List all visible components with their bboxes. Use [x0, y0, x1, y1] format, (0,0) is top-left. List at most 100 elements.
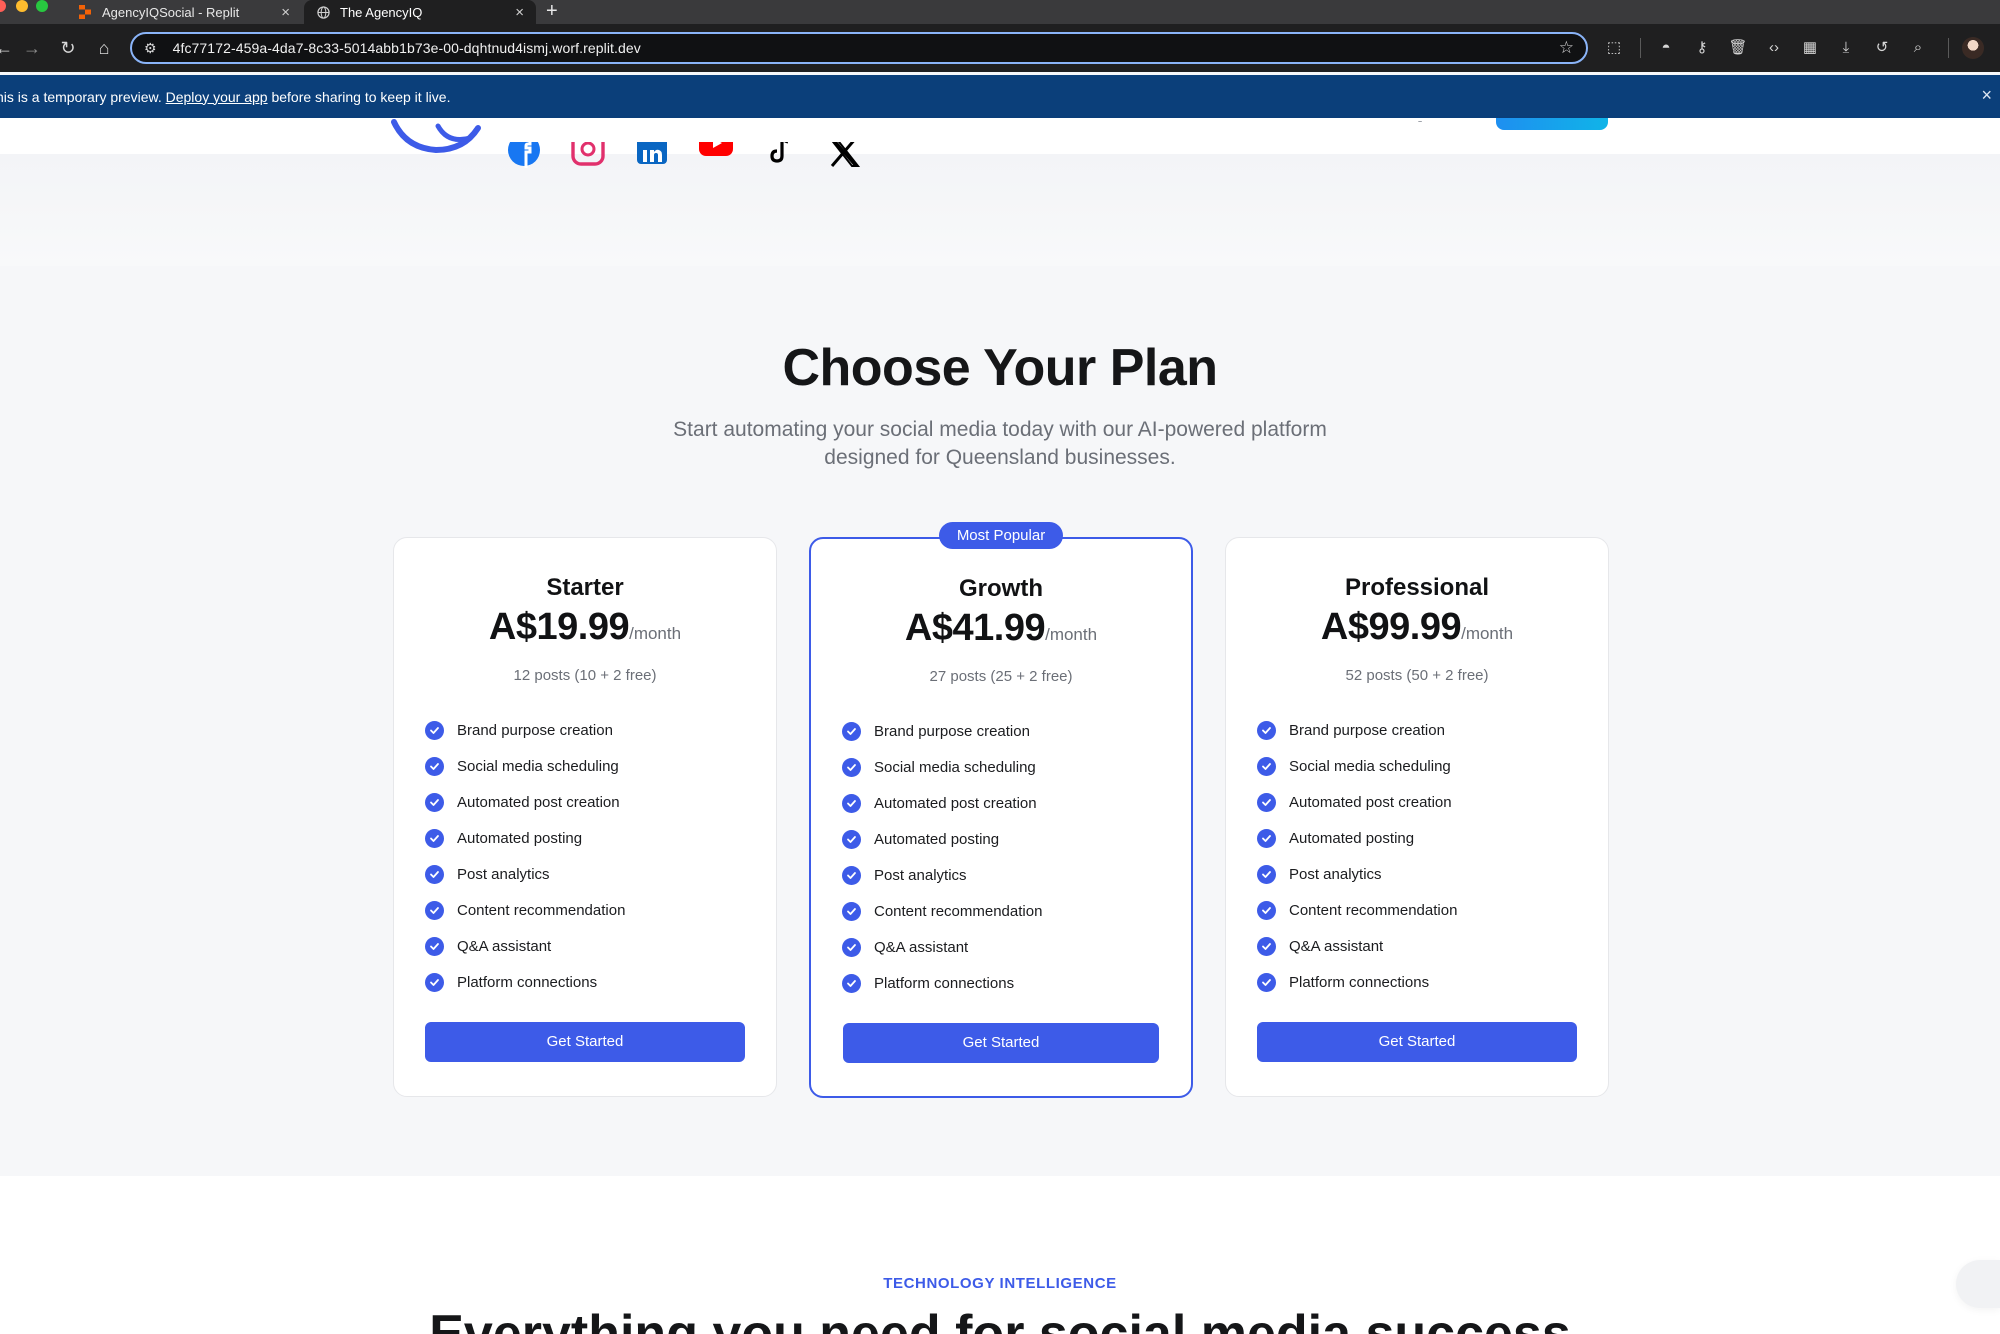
tiktok-icon[interactable] [762, 142, 798, 168]
check-circle-icon [1257, 864, 1276, 884]
trash-icon[interactable]: 🗑 [1726, 36, 1750, 60]
feature-item: Post analytics [425, 856, 625, 892]
window-minimize-dot[interactable] [16, 0, 28, 12]
feature-label: Automated post creation [1289, 793, 1452, 811]
header-cta-button[interactable] [1496, 118, 1608, 130]
bookmark-star-icon[interactable]: ☆ [1559, 38, 1574, 58]
feature-label: Automated posting [457, 829, 583, 847]
instagram-icon[interactable] [570, 142, 606, 168]
check-circle-icon [842, 829, 861, 849]
section-title: Everything you need for social media suc… [429, 1305, 1571, 1334]
hero-bottom-strip [0, 154, 2000, 266]
feature-label: Brand purpose creation [874, 722, 1030, 740]
feature-item: Platform connections [842, 965, 1042, 1001]
profile-avatar[interactable] [1962, 37, 1984, 59]
feature-label: Platform connections [457, 973, 598, 991]
feature-item: Platform connections [1257, 964, 1457, 1000]
check-circle-icon [1257, 756, 1276, 776]
plan-post-count: 12 posts (10 + 2 free) [513, 667, 657, 684]
header-nav-fragment[interactable]: ˉ [1418, 118, 1422, 133]
feature-item: Automated post creation [842, 785, 1042, 821]
extensions-icon[interactable]: ⬚ [1602, 36, 1626, 60]
most-popular-badge: Most Popular [939, 522, 1063, 549]
window-zoom-dot[interactable] [36, 0, 48, 12]
plan-card-professional: Professional A$99.99/month 52 posts (50 … [1225, 537, 1609, 1097]
site-settings-icon[interactable]: ⚙ [144, 40, 157, 57]
check-circle-icon [842, 901, 861, 921]
plan-price: A$41.99/month [811, 607, 1191, 650]
check-circle-icon [842, 721, 861, 741]
preview-banner: his is a temporary preview. Deploy your … [0, 75, 2000, 118]
search-tab-icon[interactable]: ⌕ [1906, 36, 1930, 60]
get-started-button-growth[interactable]: Get Started [843, 1023, 1159, 1063]
sidebar-icon[interactable]: ▦ [1798, 36, 1822, 60]
price-amount: A$99.99 [1320, 606, 1462, 648]
feature-item: Content recommendation [842, 893, 1042, 929]
back-icon[interactable]: ← [0, 36, 16, 60]
tab-title: AgencyIQSocial - Replit [102, 4, 240, 20]
feature-item: Brand purpose creation [1257, 712, 1457, 748]
feature-list: Brand purpose creation Social media sche… [1257, 712, 1457, 1000]
tab-title: The AgencyIQ [340, 4, 423, 20]
feature-label: Platform connections [874, 974, 1015, 992]
plan-card-growth: Growth A$41.99/month 27 posts (25 + 2 fr… [809, 537, 1193, 1098]
code-icon[interactable]: ‹› [1762, 36, 1786, 60]
home-icon[interactable]: ⌂ [92, 36, 116, 60]
check-circle-icon [842, 937, 861, 957]
check-circle-icon [1257, 828, 1276, 848]
feature-item: Automated posting [425, 820, 625, 856]
x-icon[interactable] [826, 142, 862, 168]
deploy-app-link[interactable]: Deploy your app [166, 89, 268, 105]
forward-icon[interactable]: → [20, 36, 44, 60]
pricing-title: Choose Your Plan [782, 339, 1218, 397]
plan-post-count: 27 posts (25 + 2 free) [929, 668, 1073, 685]
new-tab-button[interactable]: + [546, 0, 558, 24]
banner-close-icon[interactable]: × [1981, 85, 1992, 106]
feature-item: Automated post creation [425, 784, 625, 820]
linkedin-icon[interactable] [634, 142, 670, 168]
feature-label: Q&A assistant [1289, 937, 1384, 955]
check-circle-icon [425, 936, 444, 956]
globe-icon [316, 5, 330, 19]
window-close-dot[interactable] [0, 0, 6, 12]
get-started-button-professional[interactable]: Get Started [1257, 1022, 1577, 1062]
check-circle-icon [1257, 720, 1276, 740]
check-circle-icon [842, 757, 861, 777]
feature-item: Q&A assistant [842, 929, 1042, 965]
facebook-icon[interactable] [506, 142, 542, 168]
tab-close-icon[interactable]: × [281, 4, 290, 21]
feature-label: Content recommendation [457, 901, 626, 919]
agencyiq-logo[interactable] [386, 118, 486, 154]
check-circle-icon [1257, 792, 1276, 812]
feature-item: Content recommendation [1257, 892, 1457, 928]
price-period: /month [629, 624, 682, 643]
check-circle-icon [842, 973, 861, 993]
feature-item: Social media scheduling [1257, 748, 1457, 784]
section-eyebrow: TECHNOLOGY INTELLIGENCE [883, 1275, 1117, 1292]
feature-label: Post analytics [457, 865, 550, 883]
tab-agencyiqsocial-replit[interactable]: AgencyIQSocial - Replit × [66, 0, 302, 24]
download-icon[interactable]: ⤓ [1834, 36, 1858, 60]
youtube-icon[interactable] [698, 142, 734, 168]
incognito-icon[interactable]: ◓ [1654, 36, 1678, 60]
history-icon[interactable]: ↺ [1870, 36, 1894, 60]
feature-item: Post analytics [1257, 856, 1457, 892]
price-amount: A$41.99 [904, 607, 1046, 649]
price-period: /month [1045, 625, 1098, 644]
password-key-icon[interactable]: ⚷ [1690, 36, 1714, 60]
plan-price: A$19.99/month [394, 606, 776, 649]
price-period: /month [1461, 624, 1514, 643]
reload-icon[interactable]: ↻ [56, 36, 80, 60]
tab-the-agencyiq[interactable]: The AgencyIQ × [304, 0, 536, 24]
get-started-button-starter[interactable]: Get Started [425, 1022, 745, 1062]
tab-close-icon[interactable]: × [515, 4, 524, 21]
feature-label: Content recommendation [1289, 901, 1458, 919]
chat-widget-button[interactable] [1956, 1260, 2000, 1308]
feature-item: Q&A assistant [1257, 928, 1457, 964]
plan-name: Starter [546, 574, 624, 601]
feature-label: Automated posting [874, 830, 1000, 848]
address-bar[interactable]: ⚙ 4fc77172-459a-4da7-8c33-5014abb1b73e-0… [130, 32, 1588, 64]
feature-label: Brand purpose creation [457, 721, 613, 739]
check-circle-icon [1257, 900, 1276, 920]
feature-item: Content recommendation [425, 892, 625, 928]
